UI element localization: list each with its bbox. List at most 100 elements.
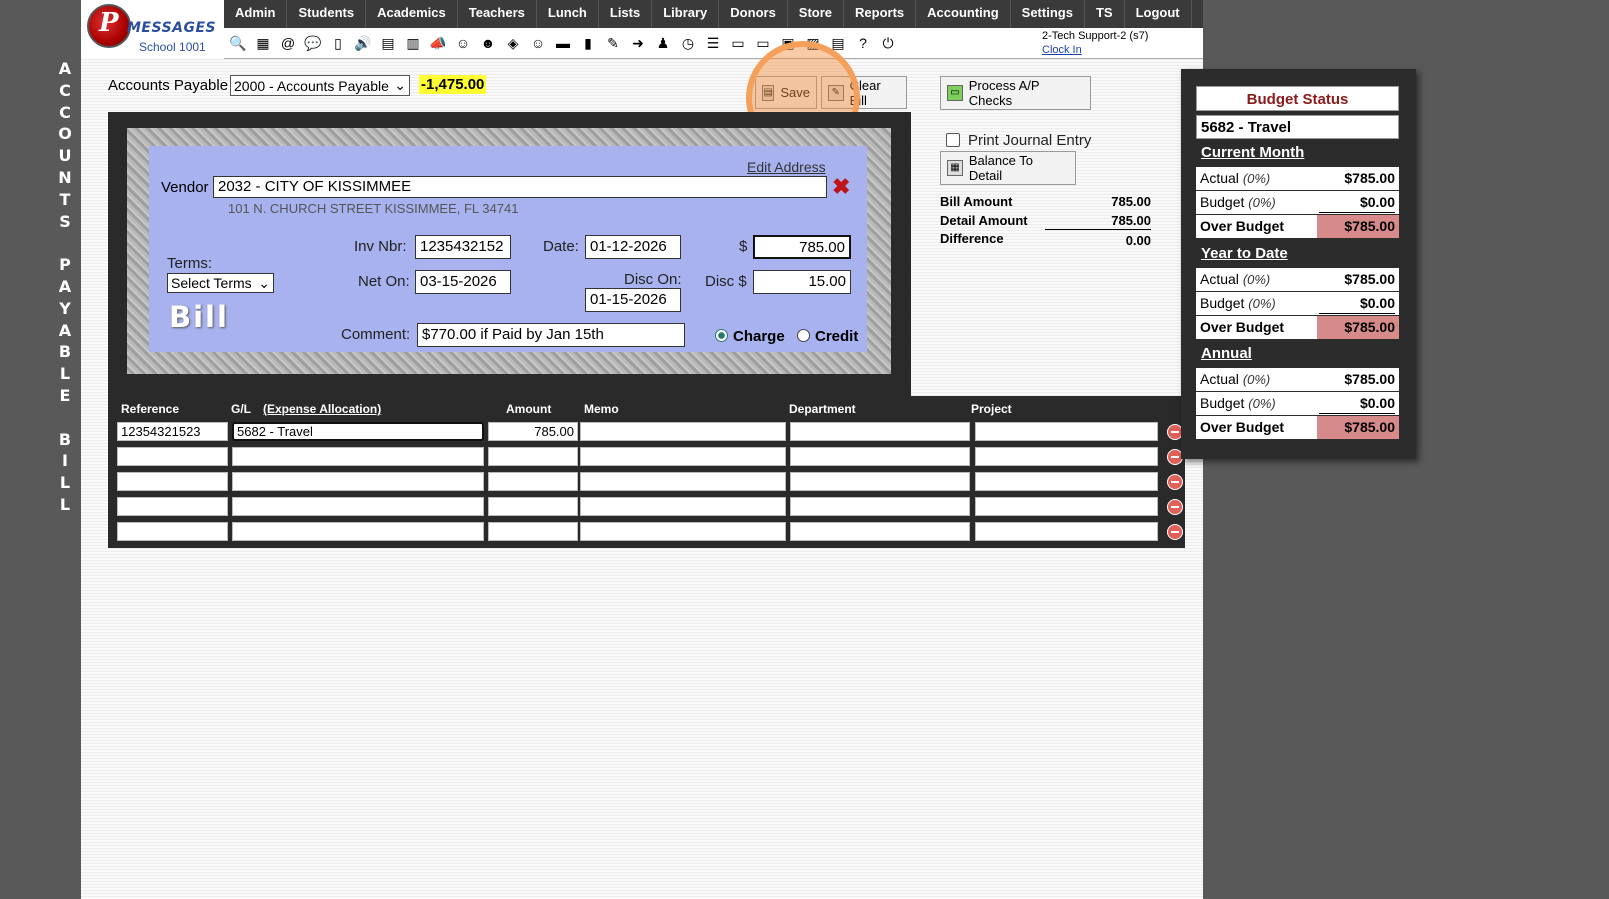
nav-settings[interactable]: Settings — [1011, 0, 1085, 28]
budget-section-current-month[interactable]: Current Month — [1201, 144, 1304, 161]
help-icon[interactable]: ? — [853, 33, 873, 53]
title-letter: C — [59, 102, 71, 122]
detail-reference-input[interactable] — [117, 447, 228, 466]
teacher-icon[interactable]: ☻ — [478, 33, 498, 53]
detail-reference-input[interactable] — [117, 497, 228, 516]
list-icon[interactable]: ☰ — [703, 33, 723, 53]
detail-project-input[interactable] — [975, 497, 1158, 516]
budget-section-year-to-date[interactable]: Year to Date — [1201, 245, 1288, 262]
nav-logout[interactable]: Logout — [1125, 0, 1192, 28]
detail-reference-input[interactable] — [117, 522, 228, 541]
detail-gl-input[interactable] — [232, 447, 484, 466]
nav-store[interactable]: Store — [788, 0, 845, 28]
charge-label: Charge — [733, 328, 785, 345]
remove-row-icon[interactable] — [1167, 474, 1183, 490]
parents-icon[interactable]: ☺ — [528, 33, 548, 53]
nav-reports[interactable]: Reports — [844, 0, 917, 28]
top-nav: Admin Students Academics Teachers Lunch Lists… — [224, 0, 1203, 28]
remove-row-icon[interactable] — [1167, 499, 1183, 515]
power-icon[interactable]: ⏻ — [878, 33, 898, 53]
print-journal-checkbox[interactable] — [946, 133, 960, 147]
detail-memo-input[interactable] — [580, 447, 786, 466]
nav-donors[interactable]: Donors — [719, 0, 788, 28]
detail-amount-input[interactable]: 785.00 — [488, 422, 578, 441]
chat-icon[interactable]: 💬 — [303, 33, 323, 53]
clock-in-link[interactable]: Clock In — [1042, 43, 1148, 57]
detail-reference-input[interactable] — [117, 472, 228, 491]
detail-project-input[interactable] — [975, 472, 1158, 491]
nav-ts[interactable]: TS — [1085, 0, 1125, 28]
detail-amount-input[interactable] — [488, 472, 578, 491]
detail-amount-input[interactable] — [488, 497, 578, 516]
calendar-icon[interactable]: ▥ — [403, 33, 423, 53]
detail-gl-input[interactable] — [232, 522, 484, 541]
nav-teachers[interactable]: Teachers — [458, 0, 537, 28]
clear-vendor-icon[interactable]: ✖ — [832, 174, 850, 200]
comment-input[interactable]: $770.00 if Paid by Jan 15th — [417, 323, 685, 347]
remove-row-icon[interactable] — [1167, 524, 1183, 540]
student-icon[interactable]: ☺ — [453, 33, 473, 53]
detail-project-input[interactable] — [975, 522, 1158, 541]
search-icon[interactable]: 🔍 — [228, 33, 248, 53]
email-icon[interactable]: @ — [278, 33, 298, 53]
vendor-input[interactable]: 2032 - CITY OF KISSIMMEE — [213, 176, 827, 198]
date-input[interactable]: 01-12-2026 — [585, 235, 681, 259]
person-icon[interactable]: ♟ — [653, 33, 673, 53]
terms-select[interactable]: Select Terms ⌄ — [167, 273, 274, 293]
calendar-grid-icon[interactable]: ▦ — [253, 33, 273, 53]
nav-library[interactable]: Library — [652, 0, 720, 28]
detail-amount-input[interactable] — [488, 522, 578, 541]
edit-address-link[interactable]: Edit Address — [747, 159, 826, 175]
detail-memo-input[interactable] — [580, 422, 786, 441]
terms-label: Terms: — [167, 255, 212, 272]
money-icon[interactable]: ◈ — [503, 33, 523, 53]
net-on-input[interactable]: 03-15-2026 — [415, 270, 511, 294]
process-checks-button[interactable]: ▭ Process A/P Checks — [940, 76, 1091, 110]
detail-department-input[interactable] — [790, 422, 970, 441]
detail-department-input[interactable] — [790, 447, 970, 466]
expense-allocation-link[interactable]: (Expense Allocation) — [263, 402, 381, 416]
nav-accounting[interactable]: Accounting — [916, 0, 1011, 28]
discount-input[interactable]: 15.00 — [753, 270, 851, 294]
nav-students[interactable]: Students — [287, 0, 367, 28]
balance-to-detail-button[interactable]: ▦ Balance To Detail — [940, 151, 1076, 185]
logo[interactable]: P MESSAGES School 1001 — [81, 0, 225, 58]
megaphone-icon[interactable]: 📣 — [428, 33, 448, 53]
over-budget-label: Over Budget — [1200, 218, 1284, 234]
clock-icon[interactable]: ◷ — [678, 33, 698, 53]
budget-section-annual[interactable]: Annual — [1201, 345, 1252, 362]
detail-reference-input[interactable]: 12354321523 — [117, 422, 228, 441]
detail-memo-input[interactable] — [580, 522, 786, 541]
detail-project-input[interactable] — [975, 447, 1158, 466]
detail-department-input[interactable] — [790, 522, 970, 541]
detail-memo-input[interactable] — [580, 497, 786, 516]
credit-radio[interactable] — [797, 329, 810, 342]
arrow-icon[interactable]: ➜ — [628, 33, 648, 53]
accounts-payable-select[interactable]: 2000 - Accounts Payable ⌄ — [230, 75, 410, 96]
broom-icon[interactable]: ✎ — [603, 33, 623, 53]
lunch-icon[interactable]: ▬ — [553, 33, 573, 53]
charge-radio[interactable] — [715, 329, 728, 342]
bill-amount-input[interactable]: 785.00 — [753, 235, 851, 259]
totals-divider — [1045, 229, 1151, 230]
detail-amount-input[interactable] — [488, 447, 578, 466]
detail-memo-input[interactable] — [580, 472, 786, 491]
detail-gl-input[interactable] — [232, 472, 484, 491]
budget-percent: (0%) — [1248, 396, 1276, 411]
detail-gl-input[interactable]: 5682 - Travel — [232, 422, 484, 441]
disc-on-input[interactable]: 01-15-2026 — [585, 288, 681, 312]
nav-lunch[interactable]: Lunch — [537, 0, 599, 28]
detail-gl-input[interactable] — [232, 497, 484, 516]
nav-admin[interactable]: Admin — [224, 0, 288, 28]
nav-lists[interactable]: Lists — [599, 0, 653, 28]
speaker-icon[interactable]: 🔊 — [353, 33, 373, 53]
cash-icon[interactable]: ▭ — [728, 33, 748, 53]
book-icon[interactable]: ▮ — [578, 33, 598, 53]
form-icon[interactable]: ▤ — [378, 33, 398, 53]
invoice-number-input[interactable]: 1235432152 — [415, 235, 511, 259]
phone-icon[interactable]: ▯ — [328, 33, 348, 53]
detail-project-input[interactable] — [975, 422, 1158, 441]
nav-academics[interactable]: Academics — [366, 0, 458, 28]
detail-department-input[interactable] — [790, 472, 970, 491]
detail-department-input[interactable] — [790, 497, 970, 516]
